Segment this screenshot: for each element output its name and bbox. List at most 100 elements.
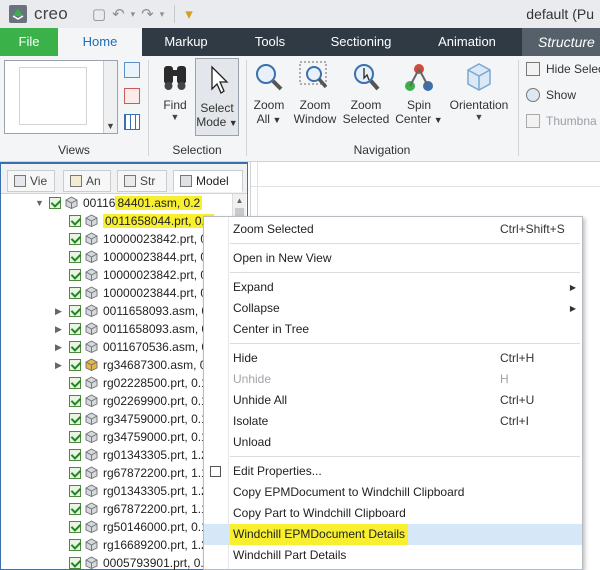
tab-tools[interactable]: Tools <box>230 28 310 56</box>
tree-row[interactable]: rg01343305.prt, 1.2 <box>1 446 233 464</box>
menu-item[interactable]: Unhide All Ctrl+U <box>204 390 582 411</box>
tree-row[interactable]: rg02228500.prt, 0.1 <box>1 374 233 392</box>
menu-checkbox[interactable] <box>210 466 221 477</box>
tree-row[interactable]: 10000023842.prt, 0. <box>1 230 233 248</box>
tree-row[interactable]: 10000023842.prt, 0. <box>1 266 233 284</box>
tree-row[interactable]: rg67872200.prt, 1.1 <box>1 500 233 518</box>
expand-twisty-icon[interactable]: ▶ <box>55 356 62 374</box>
gallery-scrollbar[interactable]: ▼ <box>103 61 117 133</box>
tree-row[interactable]: 10000023844.prt, 0. <box>1 248 233 266</box>
menu-item[interactable]: Expand ▶ <box>204 277 582 298</box>
visibility-checkbox[interactable] <box>69 341 81 353</box>
named-views-icon[interactable] <box>124 62 140 78</box>
redo-icon[interactable]: ↷ <box>141 5 154 23</box>
tab-file[interactable]: File <box>0 28 58 56</box>
visibility-checkbox[interactable] <box>69 377 81 389</box>
tree-row[interactable]: rg67872200.prt, 1.1 <box>1 464 233 482</box>
customize-qa-icon[interactable]: ▾ <box>185 5 193 23</box>
visibility-checkbox[interactable] <box>69 395 81 407</box>
view-thumbnail[interactable] <box>19 67 87 125</box>
undo-dropdown-icon[interactable]: ▾ <box>131 9 136 20</box>
visibility-checkbox[interactable] <box>69 323 81 335</box>
tab-annotations-panel[interactable]: An <box>63 170 111 192</box>
orientation-dropdown-icon[interactable]: ▼ <box>445 112 513 122</box>
menu-item[interactable]: Open in New View <box>204 248 582 269</box>
visibility-checkbox[interactable] <box>69 503 81 515</box>
tab-home[interactable]: Home <box>58 28 142 56</box>
hide-selected-button[interactable]: Hide Selec <box>526 62 600 76</box>
tree-row[interactable]: rg16689200.prt, 1.2 <box>1 536 233 554</box>
zoom-window-button[interactable]: Zoom Window <box>291 60 339 126</box>
expand-twisty-icon[interactable]: ▶ <box>55 302 62 320</box>
tree-row[interactable]: ▶ 0011658093.asm, 0. <box>1 320 233 338</box>
tree-row[interactable]: rg34759000.prt, 0.1 <box>1 428 233 446</box>
select-mode-button[interactable]: Select Mode ▼ <box>195 58 239 136</box>
tab-markup[interactable]: Markup <box>142 28 230 56</box>
find-button[interactable]: Find ▼ <box>155 60 195 122</box>
tree-row[interactable]: ▶ 0011670536.asm, 0. <box>1 338 233 356</box>
visibility-checkbox[interactable] <box>69 521 81 533</box>
visibility-checkbox[interactable] <box>69 485 81 497</box>
visibility-checkbox[interactable] <box>69 359 81 371</box>
tree-row[interactable]: rg01343305.prt, 1.2 <box>1 482 233 500</box>
thumbnail-button[interactable]: Thumbna <box>526 114 597 128</box>
visibility-checkbox[interactable] <box>69 467 81 479</box>
undo-icon[interactable]: ↶ <box>112 5 125 23</box>
menu-item[interactable]: Windchill EPMDocument Details <box>204 524 582 545</box>
menu-item[interactable]: Copy EPMDocument to Windchill Clipboard <box>204 482 582 503</box>
collapse-twisty-icon[interactable]: ▼ <box>35 194 44 212</box>
show-button[interactable]: Show <box>526 88 576 102</box>
gallery-more-icon[interactable]: ▼ <box>106 121 115 131</box>
visibility-checkbox[interactable] <box>69 557 81 569</box>
zoom-all-dropdown-icon[interactable]: ▼ <box>270 115 281 125</box>
redo-dropdown-icon[interactable]: ▾ <box>160 9 165 20</box>
expand-twisty-icon[interactable]: ▶ <box>55 320 62 338</box>
visibility-checkbox[interactable] <box>69 539 81 551</box>
find-dropdown-icon[interactable]: ▼ <box>155 112 195 122</box>
visibility-checkbox[interactable] <box>69 305 81 317</box>
layout-grid-icon[interactable] <box>124 114 140 130</box>
expand-twisty-icon[interactable]: ▶ <box>55 338 62 356</box>
menu-item[interactable]: Windchill Part Details <box>204 545 582 566</box>
menu-item[interactable]: Isolate Ctrl+I <box>204 411 582 432</box>
orientation-button[interactable]: Orientation ▼ <box>445 60 513 122</box>
visibility-checkbox[interactable] <box>69 233 81 245</box>
menu-item[interactable]: Unload <box>204 432 582 453</box>
tab-structure-panel[interactable]: Str <box>117 170 167 192</box>
menu-item[interactable]: Collapse ▶ <box>204 298 582 319</box>
menu-item[interactable]: Hide Ctrl+H <box>204 348 582 369</box>
menu-item[interactable]: Center in Tree <box>204 319 582 340</box>
tab-sectioning[interactable]: Sectioning <box>310 28 412 56</box>
visibility-checkbox[interactable] <box>69 251 81 263</box>
tab-model-panel[interactable]: Model <box>173 170 243 192</box>
tree-row[interactable]: rg50146000.prt, 0.1 <box>1 518 233 536</box>
tab-views-panel[interactable]: Vie <box>7 170 55 192</box>
visibility-checkbox[interactable] <box>69 215 81 227</box>
visibility-checkbox[interactable] <box>69 413 81 425</box>
visibility-checkbox[interactable] <box>69 269 81 281</box>
views-gallery[interactable]: ▼ <box>4 60 118 134</box>
visibility-checkbox[interactable] <box>69 449 81 461</box>
menu-item[interactable]: Copy Part to Windchill Clipboard <box>204 503 582 524</box>
tree-row[interactable]: 0011658044.prt, 0.2 <box>1 212 233 230</box>
spin-center-button[interactable]: Spin Center ▼ <box>395 60 443 127</box>
view-manager-icon[interactable] <box>124 88 140 104</box>
zoom-selected-button[interactable]: Zoom Selected <box>341 60 391 126</box>
tab-animation[interactable]: Animation <box>412 28 522 56</box>
tree-row[interactable]: ▶ rg34687300.asm, 0. <box>1 356 233 374</box>
tree-row[interactable]: rg34759000.prt, 0.1 <box>1 410 233 428</box>
spin-center-dropdown-icon[interactable]: ▼ <box>431 115 443 125</box>
tree-row[interactable]: 10000023844.prt, 0. <box>1 284 233 302</box>
visibility-checkbox[interactable] <box>69 287 81 299</box>
open-folder-icon[interactable]: ▢ <box>92 5 106 23</box>
tab-structure[interactable]: Structure <box>522 28 600 56</box>
visibility-checkbox[interactable] <box>49 197 61 209</box>
tree-row[interactable]: ▶ 0011658093.asm, 0. <box>1 302 233 320</box>
zoom-all-button[interactable]: Zoom All ▼ <box>249 60 289 127</box>
tree-row[interactable]: 0005793901.prt, 0.9 <box>1 554 233 570</box>
menu-item[interactable]: Zoom Selected Ctrl+Shift+S <box>204 219 582 240</box>
menu-item[interactable]: Edit Properties... <box>204 461 582 482</box>
tree-row[interactable]: rg02269900.prt, 0.1 <box>1 392 233 410</box>
scroll-up-icon[interactable]: ▲ <box>233 194 246 208</box>
tree-row[interactable]: ▼ 00116 84401.asm, 0.2 <box>1 194 233 212</box>
